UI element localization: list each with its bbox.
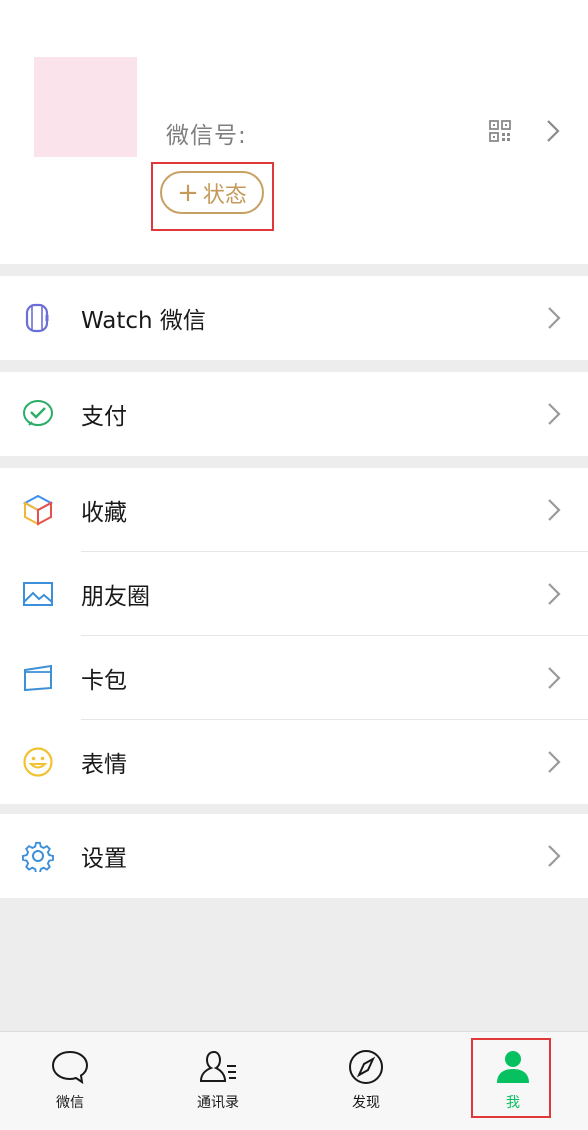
tab-discover[interactable]: 发现	[306, 1032, 426, 1130]
menu-label-watch: Watch 微信	[81, 308, 206, 334]
menu-item-cards[interactable]: 卡包	[0, 636, 588, 720]
favorites-icon	[22, 494, 54, 526]
menu-item-favorites[interactable]: 收藏	[0, 468, 588, 552]
features-group: 收藏 朋友圈 卡包 表情	[0, 468, 588, 804]
menu-label-stickers: 表情	[81, 752, 127, 778]
me-tab-highlight-box	[471, 1038, 551, 1118]
chevron-right-icon	[548, 667, 561, 689]
menu-label-favorites: 收藏	[81, 500, 127, 526]
pay-group: 支付	[0, 372, 588, 456]
settings-icon	[22, 841, 54, 872]
chevron-right-icon	[548, 403, 561, 425]
chevron-right-icon	[548, 845, 561, 867]
watch-icon	[25, 303, 49, 333]
watch-group: Watch 微信	[0, 276, 588, 360]
tab-chats[interactable]: 微信	[10, 1032, 130, 1130]
menu-item-moments[interactable]: 朋友圈	[0, 552, 588, 636]
wechat-id-label: 微信号:	[166, 123, 247, 149]
pay-icon	[22, 399, 54, 427]
tab-label-discover: 发现	[352, 1095, 380, 1111]
moments-icon	[23, 582, 53, 606]
menu-item-settings[interactable]: 设置	[0, 814, 588, 898]
status-highlight-box	[151, 162, 274, 231]
chat-bubble-icon	[51, 1050, 89, 1085]
contacts-icon	[199, 1050, 236, 1082]
menu-item-stickers[interactable]: 表情	[0, 720, 588, 804]
chevron-right-icon	[548, 751, 561, 773]
chevron-right-icon	[548, 307, 561, 329]
settings-group: 设置	[0, 814, 588, 898]
sticker-icon	[23, 747, 53, 777]
chevron-right-icon	[548, 499, 561, 521]
menu-label-cards: 卡包	[81, 668, 127, 694]
avatar[interactable]	[34, 57, 137, 157]
menu-item-watch[interactable]: Watch 微信	[0, 276, 588, 360]
tab-label-chats: 微信	[56, 1095, 84, 1111]
menu-label-moments: 朋友圈	[81, 584, 150, 610]
menu-label-pay: 支付	[81, 404, 127, 430]
chevron-right-icon	[547, 120, 560, 142]
profile-header[interactable]: 微信号: + 状态	[0, 0, 588, 264]
menu-label-settings: 设置	[81, 846, 127, 872]
tab-label-contacts: 通讯录	[197, 1095, 239, 1111]
chevron-right-icon	[548, 583, 561, 605]
menu-item-pay[interactable]: 支付	[0, 372, 588, 456]
tab-contacts[interactable]: 通讯录	[158, 1032, 278, 1130]
qr-code-icon[interactable]	[489, 120, 511, 142]
card-wallet-icon	[24, 664, 52, 692]
compass-icon	[349, 1050, 383, 1084]
